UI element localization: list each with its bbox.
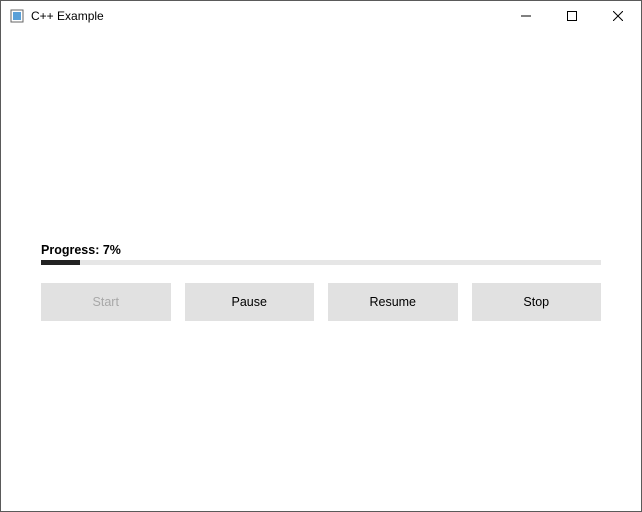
progress-percent-text: 7% bbox=[103, 243, 121, 257]
client-area: Progress: 7% Start Pause Resume Stop bbox=[1, 243, 641, 321]
progress-bar bbox=[41, 260, 601, 265]
progress-label-prefix: Progress: bbox=[41, 243, 99, 257]
progress-label: Progress: 7% bbox=[41, 243, 601, 257]
button-row: Start Pause Resume Stop bbox=[41, 283, 601, 321]
pause-button[interactable]: Pause bbox=[185, 283, 315, 321]
app-icon bbox=[9, 8, 25, 24]
progress-fill bbox=[41, 260, 80, 265]
titlebar: C++ Example bbox=[1, 1, 641, 31]
progress-section: Progress: 7% bbox=[41, 243, 601, 265]
start-button[interactable]: Start bbox=[41, 283, 171, 321]
stop-button[interactable]: Stop bbox=[472, 283, 602, 321]
minimize-button[interactable] bbox=[503, 1, 549, 31]
maximize-button[interactable] bbox=[549, 1, 595, 31]
window-controls bbox=[503, 1, 641, 31]
window-title: C++ Example bbox=[31, 9, 104, 23]
resume-button[interactable]: Resume bbox=[328, 283, 458, 321]
close-button[interactable] bbox=[595, 1, 641, 31]
